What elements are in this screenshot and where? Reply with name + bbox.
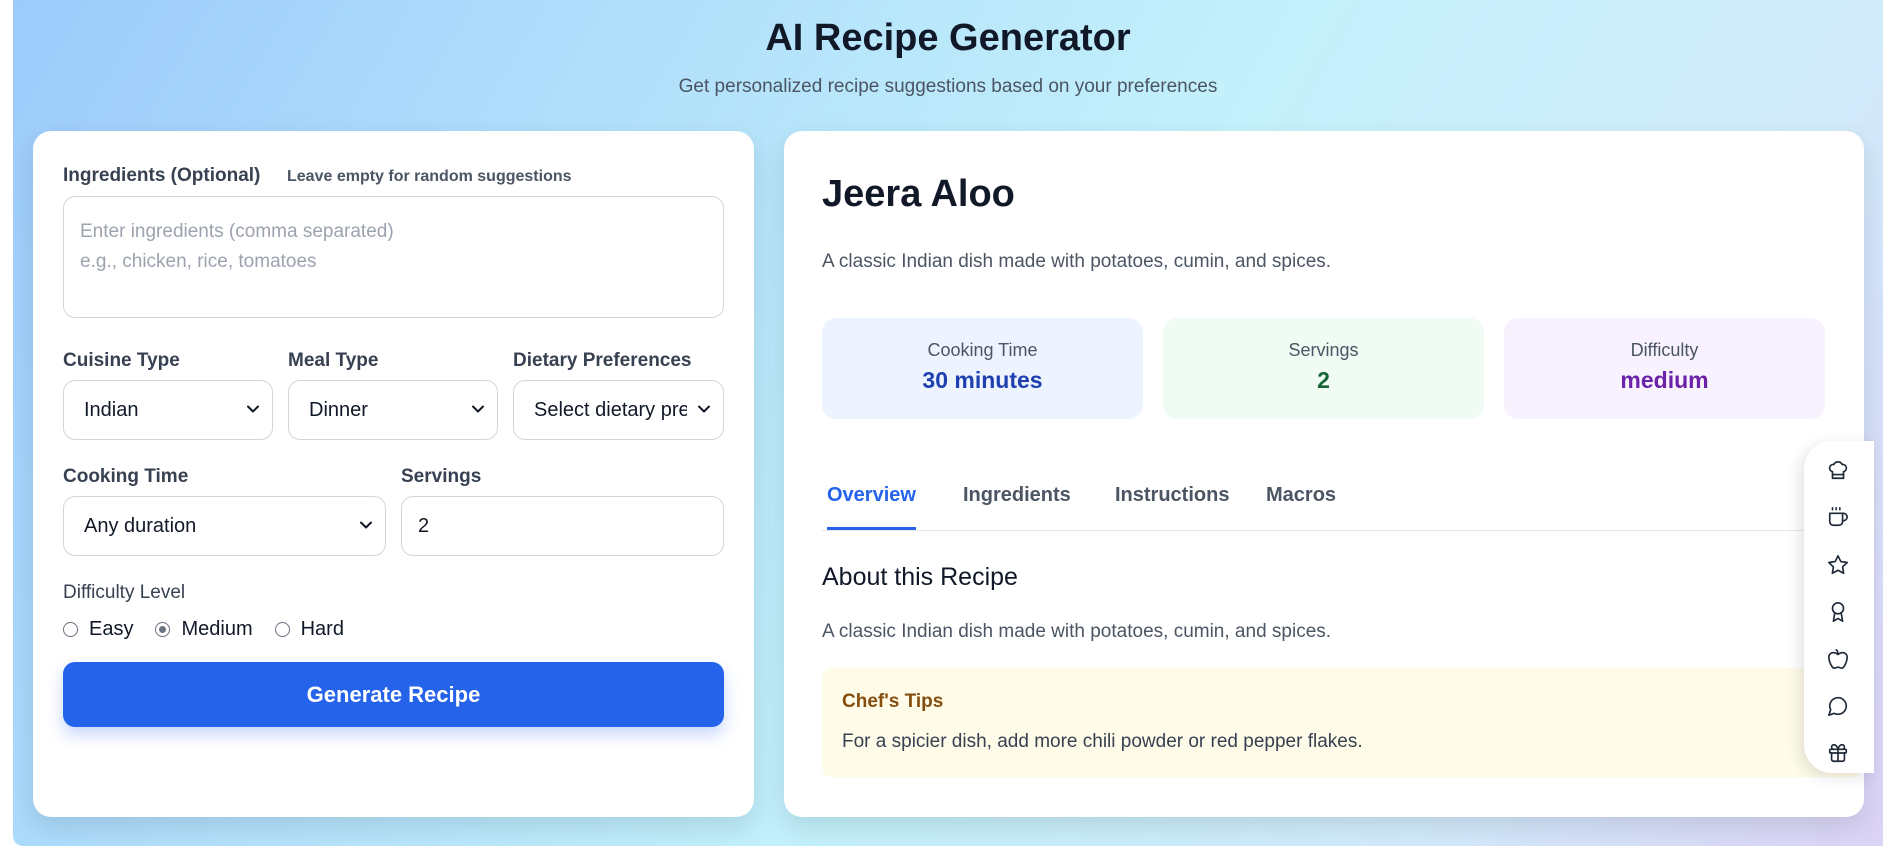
stat-label: Difficulty (1630, 340, 1699, 360)
difficulty-option-easy[interactable]: Easy (63, 618, 133, 641)
ingredients-hint: Leave empty for random suggestions (287, 168, 572, 185)
star-icon[interactable] (1827, 554, 1849, 576)
chevron-down-icon (247, 405, 259, 413)
cuisine-type-label: Cuisine Type (63, 350, 180, 371)
coffee-icon[interactable] (1827, 506, 1849, 528)
recipe-tabs: Overview Ingredients Instructions Macros (822, 471, 1862, 531)
difficulty-radio-group: Easy Medium Hard (63, 616, 366, 642)
servings-label: Servings (401, 466, 482, 487)
difficulty-option-label: Medium (181, 617, 253, 640)
dietary-preferences-label: Dietary Preferences (513, 350, 692, 371)
meal-type-value: Dinner (309, 398, 368, 421)
dietary-preferences-select[interactable]: Select dietary preferences (513, 380, 724, 440)
chevron-down-icon (360, 521, 372, 529)
chef-tips-title: Chef's Tips (842, 691, 944, 712)
page-title: AI Recipe Generator (765, 17, 1131, 59)
about-recipe-text: A classic Indian dish made with potatoes… (822, 621, 1332, 642)
chevron-down-icon (698, 405, 710, 413)
page-background: AI Recipe Generator Get personalized rec… (13, 0, 1883, 846)
ingredients-label: Ingredients (Optional) (63, 165, 261, 186)
stat-value: medium (1620, 367, 1709, 393)
cuisine-type-value: Indian (84, 398, 139, 421)
page-subtitle: Get personalized recipe suggestions base… (678, 76, 1218, 97)
radio-hard[interactable] (274, 621, 290, 637)
chef-tips-text: For a spicier dish, add more chili powde… (842, 731, 1363, 752)
dietary-preferences-value: Select dietary preferences (534, 398, 687, 421)
chef-tips-box: Chef's Tips For a spicier dish, add more… (822, 668, 1862, 777)
stat-label: Cooking Time (927, 340, 1038, 360)
about-recipe-heading: About this Recipe (822, 563, 1018, 591)
recipe-form-card: Ingredients (Optional) Leave empty for r… (33, 131, 754, 817)
difficulty-option-hard[interactable]: Hard (274, 617, 344, 641)
chevron-down-icon (472, 405, 484, 413)
cooking-time-value: Any duration (84, 514, 197, 537)
difficulty-level-label: Difficulty Level (63, 582, 186, 603)
award-icon[interactable] (1827, 601, 1849, 623)
generate-recipe-button[interactable]: Generate Recipe (63, 662, 724, 727)
cooking-time-stat: Cooking Time 30 minutes (822, 318, 1143, 419)
recipe-description: A classic Indian dish made with potatoes… (822, 251, 1332, 272)
chef-hat-icon[interactable] (1827, 459, 1849, 481)
floating-icon-bar (1804, 441, 1874, 773)
stat-value: 2 (1317, 367, 1330, 393)
radio-easy[interactable] (63, 621, 78, 637)
difficulty-stat: Difficulty medium (1504, 318, 1825, 419)
cooking-time-select[interactable]: Any duration (63, 496, 386, 556)
difficulty-option-label: Hard (300, 617, 344, 640)
difficulty-option-medium[interactable]: Medium (155, 617, 253, 641)
recipe-title: Jeera Aloo (822, 173, 1015, 215)
servings-stat: Servings 2 (1163, 318, 1484, 419)
apple-icon[interactable] (1827, 648, 1849, 670)
tab-instructions[interactable]: Instructions (1115, 484, 1229, 530)
tab-overview[interactable]: Overview (827, 484, 916, 530)
gift-icon[interactable] (1827, 742, 1849, 764)
meal-type-select[interactable]: Dinner (288, 380, 498, 440)
meal-type-label: Meal Type (288, 350, 379, 371)
recipe-result-card: Jeera Aloo A classic Indian dish made wi… (784, 131, 1864, 817)
cooking-time-label: Cooking Time (63, 466, 189, 487)
message-circle-icon[interactable] (1827, 695, 1849, 717)
radio-medium[interactable] (155, 621, 171, 637)
ingredients-input[interactable] (63, 196, 724, 318)
stat-value: 30 minutes (922, 367, 1043, 393)
cuisine-type-select[interactable]: Indian (63, 380, 273, 440)
difficulty-option-label: Easy (89, 617, 134, 640)
tab-ingredients[interactable]: Ingredients (963, 484, 1071, 530)
servings-input[interactable]: 2 (401, 496, 724, 556)
tab-macros[interactable]: Macros (1266, 484, 1336, 530)
servings-input-value: 2 (418, 514, 430, 537)
stat-label: Servings (1288, 340, 1359, 360)
